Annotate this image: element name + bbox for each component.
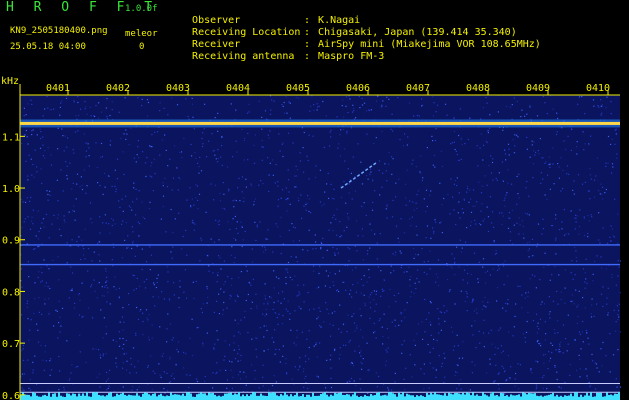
y-axis-label: kHz [1, 76, 19, 87]
y-tick-label: 0.9 [2, 236, 20, 247]
x-tick-label: 0401 [46, 83, 70, 94]
y-tick-label: 0.6 [2, 391, 20, 400]
meteor-count: 0 [139, 42, 145, 52]
x-tick-label: 0407 [406, 83, 430, 94]
x-tick-label: 0402 [106, 83, 130, 94]
y-tick-label: 1.0 [2, 184, 20, 195]
x-tick-label: 0405 [286, 83, 310, 94]
y-tick-label: 1.1 [2, 132, 20, 143]
meteor-label: meleor [125, 29, 158, 39]
x-tick-label: 0406 [346, 83, 370, 94]
y-tick-label: 0.7 [2, 339, 20, 350]
meta-key: Receiving antenna [192, 51, 295, 62]
x-tick-label: 0403 [166, 83, 190, 94]
version-label: 1.0.0f [125, 4, 158, 14]
meta-value: Maspro FM-3 [318, 51, 385, 62]
meta-antenna: Receiving antenna: Maspro FM-3 [192, 51, 385, 62]
filename-label: KN9_2505180400.png [10, 26, 108, 36]
y-tick-label: 0.8 [2, 287, 20, 298]
x-tick-label: 0408 [466, 83, 490, 94]
x-tick-label: 0410 [586, 83, 610, 94]
datetime-label: 25.05.18 04:00 [10, 42, 86, 52]
x-tick-label: 0404 [226, 83, 250, 94]
x-tick-label: 0409 [526, 83, 550, 94]
carrier-line [20, 121, 620, 125]
